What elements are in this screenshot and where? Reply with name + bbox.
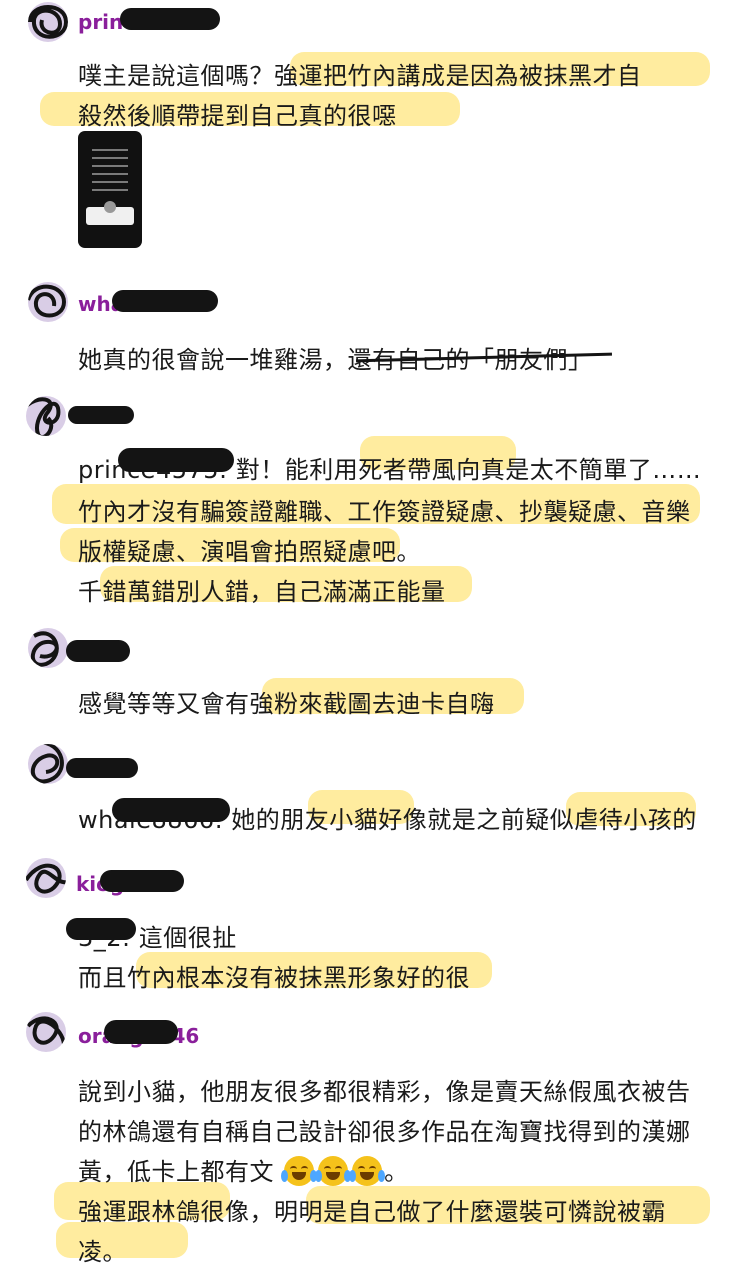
- avatar[interactable]: [26, 396, 66, 436]
- redaction-mark: [118, 448, 234, 472]
- avatar[interactable]: [28, 2, 68, 42]
- scribble-mark: [28, 284, 67, 318]
- redaction-mark: [104, 1020, 178, 1044]
- comment-text: 千錯萬錯別人錯，自己滿滿正能量: [78, 578, 446, 606]
- redaction-mark: [66, 640, 130, 662]
- screenshot-thumbnail[interactable]: [78, 131, 142, 248]
- avatar[interactable]: [26, 1012, 66, 1052]
- redaction-mark: [112, 290, 218, 312]
- scribble-mark: [28, 5, 68, 39]
- scribble-mark: [26, 1016, 66, 1045]
- comment-text: 版權疑慮、演唱會拍照疑慮吧。: [78, 538, 421, 566]
- scribble-mark: [30, 744, 64, 784]
- avatar[interactable]: [28, 744, 68, 784]
- scribble-mark: [30, 631, 59, 667]
- scribble-mark: [26, 397, 61, 436]
- comment-text: 的林鴿還有自稱自己設計卻很多作品在淘寶找得到的漢娜: [78, 1118, 691, 1146]
- comment-text: 說到小貓，他朋友很多都很精彩，像是賣天絲假風衣被告: [78, 1078, 691, 1106]
- joy-emoji-icon: [315, 1156, 352, 1186]
- comment-text: 強運跟林鴿很像，明明是自己做了什麼還裝可憐說被霸: [78, 1198, 666, 1226]
- redaction-mark: [66, 758, 138, 778]
- redaction-mark: [120, 8, 220, 30]
- redaction-mark: [66, 918, 136, 940]
- comment-text: 殺然後順帶提到自己真的很噁: [78, 102, 397, 130]
- redaction-mark: [100, 870, 184, 892]
- comment-text: 噗主是說這個嗎？強運把竹內講成是因為被抹黑才自: [78, 62, 642, 90]
- comment-text: 竹內才沒有騙簽證離職、工作簽證疑慮、抄襲疑慮、音樂: [78, 498, 691, 526]
- comment-text: 感覺等等又會有強粉來截圖去迪卡自嗨: [78, 690, 495, 718]
- redaction-mark: [68, 406, 134, 424]
- redaction-mark: [112, 798, 230, 822]
- avatar[interactable]: [28, 628, 68, 668]
- avatar[interactable]: [28, 282, 68, 322]
- comment-text: 凌。: [78, 1238, 127, 1266]
- joy-emoji-icon: [349, 1156, 386, 1186]
- scribble-mark: [26, 863, 66, 894]
- avatar[interactable]: [26, 858, 66, 898]
- joy-emoji-icon: [281, 1156, 318, 1186]
- comment-text: 而且竹內根本沒有被抹黑形象好的很: [78, 964, 470, 992]
